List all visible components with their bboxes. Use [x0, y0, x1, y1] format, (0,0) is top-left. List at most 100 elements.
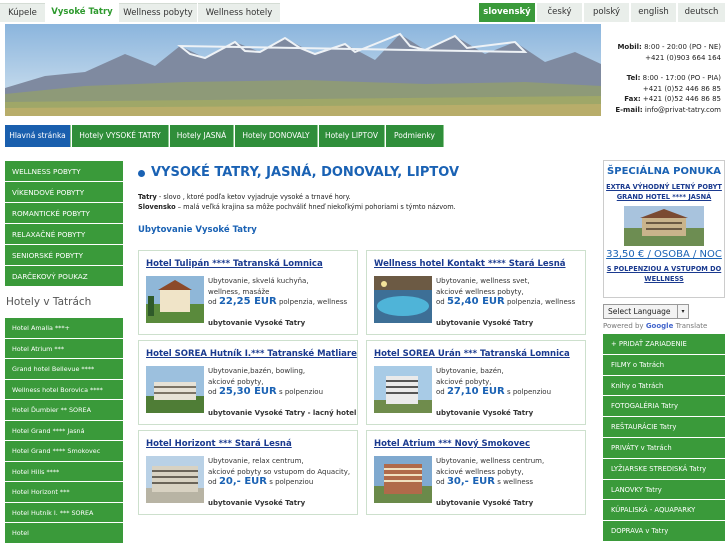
- right-link[interactable]: LYŽIARSKE STREDISKÁ Tatry: [603, 458, 725, 480]
- lang-deutsch[interactable]: deutsch: [678, 3, 725, 22]
- section-subtitle: Ubytovanie Vysoké Tatry: [138, 225, 257, 235]
- lang-english[interactable]: english: [631, 3, 676, 22]
- hotel-link[interactable]: Hotel Grand **** Smokovec: [5, 441, 123, 462]
- tab-kupele[interactable]: Kúpele: [0, 3, 45, 22]
- right-link[interactable]: REŠTAURÁCIE Tatry: [603, 417, 725, 438]
- right-link[interactable]: PRIVÁTY v Tatrách: [603, 437, 725, 459]
- tab-wellness-hotely[interactable]: Wellness hotely: [198, 3, 280, 22]
- hotel-card: Hotel SOREA Hutník I.*** Tatranské Matli…: [138, 340, 358, 425]
- hotel-card-price: 52,40 EUR: [446, 296, 505, 307]
- right-link[interactable]: KÚPALISKÁ - AQUAPARKY: [603, 500, 725, 522]
- hotel-photo[interactable]: [146, 276, 204, 323]
- special-hotel-photo[interactable]: [624, 206, 704, 246]
- hotel-link[interactable]: Hotel Grand **** Jasná: [5, 420, 123, 441]
- hotel-card-title[interactable]: Hotel Horizont *** Stará Lesná: [146, 439, 292, 449]
- dropdown-arrow-icon: ▾: [677, 305, 688, 318]
- special-line-1: EXTRA VÝHODNÝ LETNÝ POBYT: [606, 183, 722, 191]
- hotel-photo[interactable]: [374, 276, 432, 323]
- intro-bold-2: Slovensko: [138, 203, 176, 211]
- hotel-card-link[interactable]: ubytovanie Vysoké Tatry: [208, 499, 305, 507]
- intro-bold-1: Tatry: [138, 193, 157, 201]
- hotel-card-link[interactable]: ubytovanie Vysoké Tatry: [208, 319, 305, 327]
- lang-cesky[interactable]: český: [537, 3, 582, 22]
- hotel-link[interactable]: Hotel Hills ****: [5, 461, 123, 482]
- mobil-hours: 8:00 - 20:00 (PO - NE): [644, 43, 721, 51]
- mobil-phone: +421 (0)903 664 164: [645, 53, 721, 62]
- right-link[interactable]: FOTOGALÉRIA Tatry: [603, 396, 725, 418]
- hotel-card-link[interactable]: ubytovanie Vysoké Tatry: [436, 499, 533, 507]
- hotel-card-title[interactable]: Hotel Atrium *** Nový Smokovec: [374, 439, 530, 449]
- hotel-card-link[interactable]: ubytovanie Vysoké Tatry: [436, 319, 533, 327]
- link-vikendove-pobyty[interactable]: VÍKENDOVÉ POBYTY: [5, 182, 123, 203]
- special-note[interactable]: S POLPENZIOU A VSTUPOM DO WELLNESS: [604, 264, 724, 284]
- hotel-link[interactable]: Hotel Horizont ***: [5, 482, 123, 503]
- mobil-label: Mobil:: [617, 43, 642, 51]
- right-link[interactable]: Knihy o Tatrách: [603, 375, 725, 397]
- hotel-photo[interactable]: [146, 456, 204, 503]
- hotel-card: Hotel Atrium *** Nový Smokovec Ubytovanie…: [366, 430, 586, 515]
- hotel-link[interactable]: Hotel Hutník I. *** SOREA: [5, 502, 123, 523]
- right-link[interactable]: DOPRAVA v Tatry: [603, 521, 725, 542]
- hotel-link[interactable]: Hotel Ďumbier ** SOREA: [5, 400, 123, 421]
- menu-hlavna-stranka[interactable]: Hlavná stránka: [5, 125, 71, 147]
- price-prefix: od: [208, 388, 217, 396]
- link-relaxacne-pobyty[interactable]: RELAXAČNÉ POBYTY: [5, 224, 123, 245]
- lang-slovensky[interactable]: slovenský: [479, 3, 535, 22]
- hotel-card-link[interactable]: ubytovanie Vysoké Tatry: [436, 409, 533, 417]
- hotel-link[interactable]: Grand hotel Bellevue ****: [5, 359, 123, 380]
- hotel-photo[interactable]: [374, 456, 432, 503]
- special-description[interactable]: EXTRA VÝHODNÝ LETNÝ POBYT GRAND HOTEL ***…: [604, 182, 724, 202]
- hotel-link[interactable]: Hotel Amalia ***+: [5, 318, 123, 339]
- link-seniorske-pobyty[interactable]: SENIORSKÉ POBYTY: [5, 245, 123, 266]
- right-link[interactable]: FILMY o Tatrách: [603, 354, 725, 376]
- hotel-card-title[interactable]: Hotel SOREA Urán *** Tatranská Lomnica: [374, 349, 570, 359]
- hotel-card-price-row: od 30,- EUR s wellness: [436, 476, 533, 487]
- hotel-card-price: 27,10 EUR: [446, 386, 505, 397]
- powered-label: Powered by: [603, 322, 644, 330]
- menu-hotely-liptov[interactable]: Hotely LIPTOV: [319, 125, 385, 147]
- price-suffix: s polpenziou: [266, 478, 314, 486]
- hotel-card: Hotel Tulipán **** Tatranská Lomnica Ubyt…: [138, 250, 358, 335]
- tab-vysoke-tatry[interactable]: Vysoké Tatry: [46, 3, 118, 22]
- hotel-card-description: Ubytovanie, wellness centrum, akciové we…: [436, 457, 545, 476]
- left-sidebar: WELLNESS POBYTY VÍKENDOVÉ POBYTY ROMANTI…: [5, 161, 123, 544]
- link-romanticke-pobyty[interactable]: ROMANTICKÉ POBYTY: [5, 203, 123, 224]
- menu-hotely-jasna[interactable]: Hotely JASNÁ: [170, 125, 234, 147]
- price-suffix: s wellness: [494, 478, 534, 486]
- language-select-label: Select Language: [608, 307, 671, 316]
- hotel-card-title[interactable]: Hotel SOREA Hutník I.*** Tatranské Matli…: [146, 349, 357, 359]
- hotel-card-link[interactable]: ubytovanie Vysoké Tatry - lacný hotel: [208, 409, 356, 417]
- hotel-photo[interactable]: [146, 366, 204, 413]
- hotel-card-description: Ubytovanie,bazén, bowling, akciové pobyt…: [208, 367, 306, 386]
- link-darcekovy-poukaz[interactable]: DARČEKOVÝ POUKAZ: [5, 266, 123, 287]
- hotel-link[interactable]: Hotel: [5, 523, 123, 544]
- special-offer[interactable]: ŠPECIÁLNA PONUKA EXTRA VÝHODNÝ LETNÝ POB…: [603, 160, 725, 298]
- hotel-card-title[interactable]: Hotel Tulipán **** Tatranská Lomnica: [146, 259, 323, 269]
- special-title: ŠPECIÁLNA PONUKA: [607, 166, 721, 177]
- price-suffix: polpenzia, wellness: [276, 298, 348, 306]
- fax-label: Fax:: [624, 95, 641, 103]
- hotel-card-description: Ubytovanie, skvelá kuchyňa, wellness, ma…: [208, 277, 309, 296]
- menu-hotely-donovaly[interactable]: Hotely DONOVALY: [235, 125, 318, 147]
- menu-hotely-vysoke-tatry[interactable]: Hotely VYSOKÉ TATRY: [72, 125, 169, 147]
- email-address[interactable]: info@privat-tatry.com: [645, 106, 721, 114]
- hotel-card-title[interactable]: Wellness hotel Kontakt **** Stará Lesná: [374, 259, 566, 269]
- language-select[interactable]: Select Language ▾: [603, 304, 689, 319]
- price-suffix: s polpenziou: [504, 388, 552, 396]
- hotel-card-description: Ubytovanie, wellness svet, akciové welln…: [436, 277, 530, 296]
- page-title: VYSOKÉ TATRY, JASNÁ, DONOVALY, LIPTOV: [138, 160, 590, 186]
- link-wellness-pobyty[interactable]: WELLNESS POBYTY: [5, 161, 123, 182]
- hotel-link[interactable]: Hotel Atrium ***: [5, 338, 123, 359]
- lang-polsky[interactable]: polský: [584, 3, 629, 22]
- hotel-photo[interactable]: [374, 366, 432, 413]
- tel-label: Tel:: [626, 74, 641, 82]
- tab-wellness-pobyty[interactable]: Wellness pobyty: [119, 3, 197, 22]
- menu-podmienky[interactable]: Podmienky: [386, 125, 444, 147]
- special-line-2: GRAND HOTEL **** JASNÁ: [616, 193, 712, 201]
- google-logo: Google: [645, 322, 674, 330]
- hotel-link[interactable]: Wellness hotel Borovica ****: [5, 379, 123, 400]
- special-price[interactable]: 33,50 € / OSOBA / NOC: [604, 249, 724, 260]
- right-link[interactable]: + PRIDAŤ ZARIADENIE: [603, 334, 725, 355]
- right-link[interactable]: LANOVKY Tatry: [603, 479, 725, 501]
- price-suffix: s polpenziou: [276, 388, 324, 396]
